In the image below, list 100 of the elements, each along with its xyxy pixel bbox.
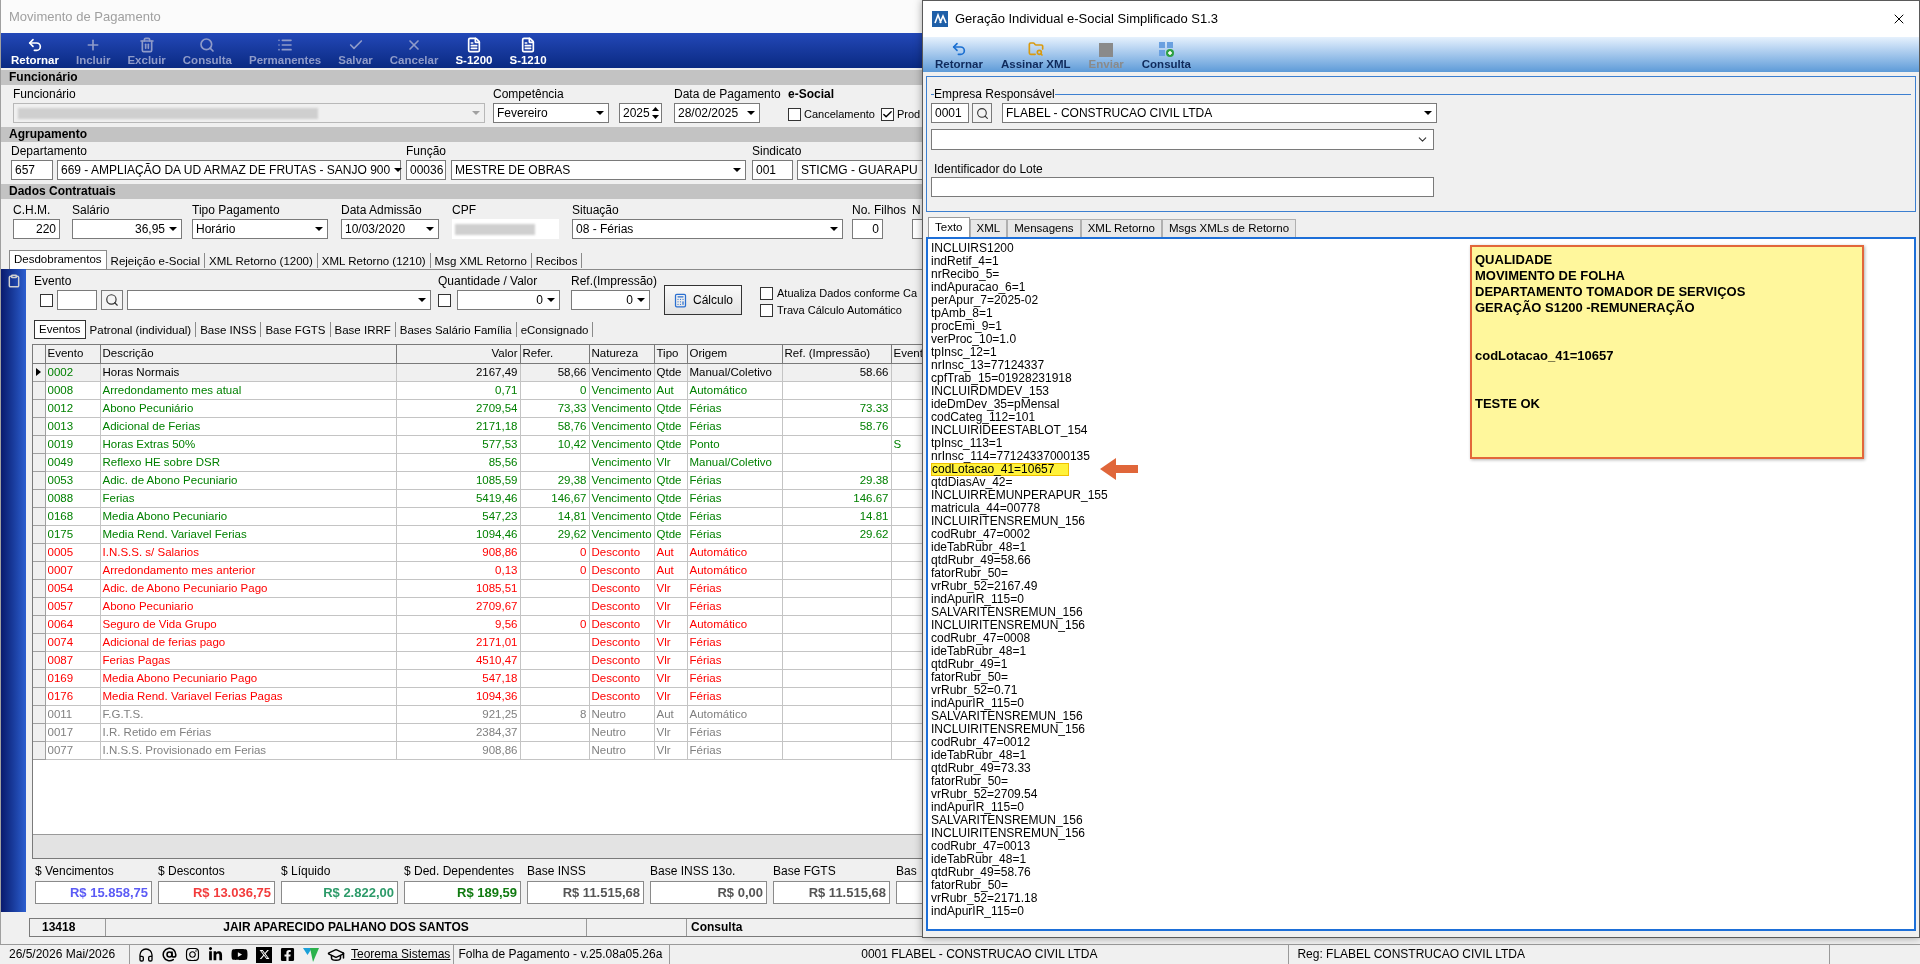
tab[interactable]: Base INSS — [196, 322, 262, 337]
tab[interactable]: Base FGTS — [261, 322, 331, 337]
column-header[interactable]: Evento — [45, 345, 100, 363]
field-label: Quantidade / Valor — [438, 274, 538, 288]
toolbar-button[interactable]: Assinar XML — [996, 41, 1075, 71]
text-line: indRetif_4=1 — [931, 254, 999, 268]
search-button[interactable] — [101, 290, 123, 310]
linkedin-icon[interactable] — [208, 947, 223, 962]
text-line: ideDmDev_35=pMensal — [931, 397, 1060, 411]
date-picker[interactable]: 28/02/2025 — [674, 103, 760, 123]
column-header[interactable]: Tipo — [654, 345, 687, 363]
field-label: N — [912, 203, 921, 217]
checkbox[interactable] — [880, 107, 894, 121]
event-code-field[interactable] — [57, 290, 97, 310]
note-text: MOVIMENTO DE FOLHA — [1475, 268, 1625, 284]
tab[interactable]: XML Retorno (1200) — [205, 253, 318, 268]
dropdown-caret-icon — [747, 111, 755, 115]
text-area[interactable] — [926, 237, 1916, 931]
youtube-icon[interactable] — [231, 947, 248, 962]
text-line: vrRubr_52=0.71 — [931, 683, 1018, 697]
instagram-icon[interactable] — [185, 947, 200, 962]
column-header[interactable]: Natureza — [589, 345, 654, 363]
note-text: codLotacao_41=10657 — [1475, 348, 1614, 364]
text-line: fatorRubr_50= — [931, 878, 1009, 892]
code-field[interactable]: 0001 — [931, 103, 969, 123]
company-link[interactable]: Teorema Sistemas — [351, 945, 454, 964]
dropdown-caret-icon — [394, 168, 403, 172]
children-field[interactable]: 0 — [852, 219, 883, 239]
month-dropdown[interactable]: Fevereiro — [493, 103, 609, 123]
quantity-dropdown[interactable]: 0 — [457, 290, 560, 310]
company-dropdown[interactable]: FLABEL - CONSTRUCAO CIVIL LTDA — [1002, 103, 1437, 123]
column-header[interactable]: Origem — [687, 345, 782, 363]
payment-type-dropdown[interactable]: Horário — [192, 219, 328, 239]
facebook-icon[interactable] — [280, 947, 295, 962]
tab[interactable]: Base IRRF — [330, 322, 396, 337]
tab[interactable]: Mensagens — [1007, 219, 1081, 237]
column-header[interactable]: Descrição — [100, 345, 396, 363]
checkbox[interactable] — [760, 286, 774, 300]
toolbar-button[interactable]: Consulta — [1137, 41, 1195, 71]
window-title: Geração Individual e-Social Simplificado S1.3 — [955, 10, 1220, 29]
field-label: Data de Pagamento — [674, 87, 781, 101]
checkbox[interactable] — [40, 293, 53, 307]
search-button[interactable] — [972, 103, 992, 123]
toolbar-button[interactable]: S-1200 — [449, 37, 499, 67]
calculate-button[interactable]: Cálculo — [664, 285, 743, 315]
product-version: Folha de Pagamento - v.25.08a05.26a — [453, 945, 671, 964]
hours-field[interactable]: 220 — [13, 219, 60, 239]
text-line: indApurIR_115=0 — [931, 592, 1024, 606]
column-header[interactable]: Refer. — [520, 345, 589, 363]
tab[interactable]: Desdobramentos — [9, 250, 107, 269]
tab[interactable]: XML — [969, 219, 1008, 237]
column-header[interactable]: Ref. (Impressão) — [782, 345, 891, 363]
triangle-logo-icon[interactable] — [303, 947, 319, 962]
column-header[interactable]: Event — [891, 345, 922, 363]
column-header[interactable]: Valor — [396, 345, 520, 363]
checkbox[interactable] — [788, 107, 801, 121]
tab[interactable]: Msg XML Retorno — [430, 253, 532, 268]
headset-icon[interactable] — [138, 946, 154, 963]
tab[interactable]: Texto — [928, 217, 970, 237]
tab[interactable]: Bases Salário Família — [395, 322, 517, 337]
at-sign-icon[interactable] — [162, 947, 177, 962]
text-line: fatorRubr_50= — [931, 670, 1009, 684]
department-dropdown[interactable]: 669 - AMPLIAÇÃO DA UD ARMAZ DE FRUTAS - SANJO 900 — [57, 160, 401, 180]
checkbox[interactable] — [760, 303, 774, 317]
checkbox[interactable] — [438, 293, 451, 307]
tab[interactable]: Rejeição e-Social — [106, 253, 206, 268]
field-label: Identificador do Lote — [934, 162, 1043, 176]
toolbar-button[interactable]: Retornar — [931, 41, 987, 71]
salary-dropdown[interactable]: 36,95 — [72, 219, 182, 239]
role-dropdown[interactable]: MESTRE DE OBRAS — [451, 160, 746, 180]
reference-dropdown[interactable]: 0 — [571, 290, 650, 310]
batch-id-field[interactable] — [931, 177, 1434, 197]
field-label: Função — [406, 144, 447, 158]
toolbar-button[interactable]: S-1210 — [503, 37, 553, 67]
tab[interactable]: Msgs XMLs de Retorno — [1161, 219, 1297, 237]
status-date: 26/5/2026 Mai/2026 — [0, 945, 130, 964]
total-field: R$ 2.822,00 — [281, 881, 398, 904]
toolbar-button[interactable]: Retornar — [5, 37, 65, 67]
date-picker[interactable]: 10/03/2020 — [341, 219, 439, 239]
list-icon — [277, 37, 294, 53]
code-field[interactable]: 00036 — [406, 160, 446, 180]
event-dropdown[interactable] — [127, 290, 431, 310]
field-label: Ref.(Impressão) — [571, 274, 658, 288]
tab[interactable]: XML Retorno — [1080, 219, 1162, 237]
x-logo-icon[interactable] — [256, 946, 272, 963]
code-field[interactable]: 657 — [11, 160, 53, 180]
tab[interactable]: Eventos — [34, 320, 86, 339]
union-dropdown[interactable]: STICMG - GUARAPU — [797, 160, 922, 180]
code-field[interactable]: 001 — [752, 160, 793, 180]
input-field[interactable] — [452, 219, 559, 239]
status-dropdown[interactable]: 08 - Férias — [572, 219, 843, 239]
trash-icon — [138, 37, 155, 53]
tab[interactable]: Recibos — [531, 253, 583, 268]
tab[interactable]: XML Retorno (1210) — [317, 253, 431, 268]
year-spinner[interactable]: 2025 — [619, 103, 662, 123]
text-line: nrInsc_13=77124337 — [931, 358, 1045, 372]
tab[interactable]: eConsignado — [516, 322, 594, 337]
tab[interactable]: Patronal (individual) — [85, 322, 197, 337]
calculator-icon — [673, 292, 688, 308]
dropdown-field[interactable] — [931, 129, 1434, 150]
